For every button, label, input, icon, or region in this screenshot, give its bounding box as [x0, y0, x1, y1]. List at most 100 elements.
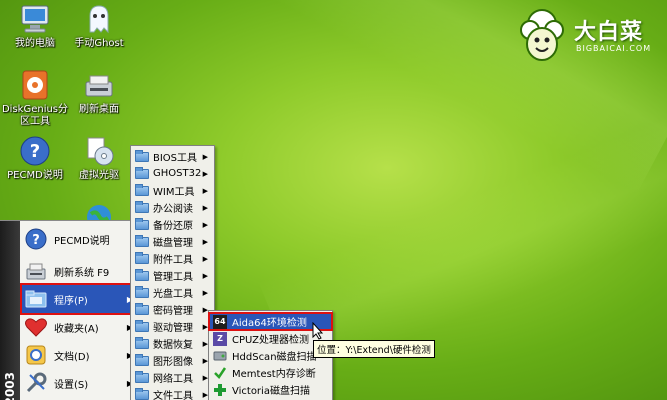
chevron-right-icon: ▶	[202, 220, 208, 229]
start-item-label: 文档(D)	[54, 351, 90, 363]
menu-item-label: Memtest内存诊断	[232, 369, 316, 380]
desktop-icon-refresh-desktop[interactable]: 刷新桌面	[64, 68, 134, 116]
desktop-icon-my-computer[interactable]: 我的电脑	[0, 2, 70, 50]
menu-item-memtest[interactable]: Memtest内存诊断	[209, 364, 332, 381]
start-item-label: 程序(P)	[54, 295, 88, 307]
programs-item-label: 驱动管理	[153, 323, 193, 334]
programs-item-label: 光盘工具	[153, 289, 193, 300]
folder-icon	[135, 183, 149, 196]
svg-text:?: ?	[32, 233, 40, 248]
desktop-icon-label: DiskGenius分 区工具	[1, 104, 69, 127]
cpuz-icon: Z	[213, 331, 227, 346]
programs-item-label: WIM工具	[153, 187, 195, 198]
documents-icon	[24, 343, 48, 367]
programs-item-drivers[interactable]: 驱动管理 ▶	[131, 318, 214, 335]
logo-title: 大白菜	[574, 20, 644, 45]
programs-item[interactable]: 光盘工具 ▶	[131, 284, 214, 301]
desktop-icon-pecmd-help[interactable]: ? PECMD说明	[0, 134, 70, 182]
start-item-settings[interactable]: 设置(S) ▶	[20, 367, 139, 399]
start-item-label: 设置(S)	[54, 379, 89, 391]
programs-item-label: 密码管理	[153, 306, 193, 317]
heart-icon	[24, 315, 48, 339]
settings-icon	[24, 371, 48, 395]
desktop-icon-label: 刷新桌面	[79, 104, 119, 115]
desktop-icon-virtual-drive[interactable]: 虚拟光驱	[64, 134, 134, 182]
programs-item-label: 磁盘管理	[153, 238, 193, 249]
start-item-label: PECMD说明	[54, 235, 110, 247]
menu-item-label: CPUZ处理器检测	[232, 335, 310, 346]
chevron-right-icon: ▶	[202, 169, 208, 178]
folder-icon	[135, 285, 149, 298]
programs-item[interactable]: 管理工具 ▶	[131, 267, 214, 284]
bigbaicai-logo: 大白菜 BIGBAICAI.COM	[512, 6, 662, 66]
chevron-right-icon: ▶	[202, 254, 208, 263]
cabbage-mascot-icon	[520, 9, 564, 61]
help-icon: ?	[18, 134, 52, 168]
folder-icon	[135, 336, 149, 349]
start-item-label: 刷新系统 F9	[54, 267, 110, 279]
desktop-icon-manual-ghost[interactable]: 手动Ghost	[64, 2, 134, 50]
logo-subtitle: BIGBAICAI.COM	[576, 44, 652, 53]
start-item-pecmd-help[interactable]: ? PECMD说明	[20, 223, 139, 255]
ghost-icon	[82, 2, 116, 36]
programs-item[interactable]: 备份还原 ▶	[131, 216, 214, 233]
aida64-icon: 64	[213, 314, 227, 329]
programs-item[interactable]: 网络工具 ▶	[131, 369, 214, 386]
programs-item-label: 文件工具	[153, 391, 193, 400]
desktop-icon-label: 虚拟光驱	[79, 170, 119, 181]
menu-item-label: Aida64环境检测	[232, 318, 307, 329]
refresh-icon	[24, 259, 48, 283]
programs-item[interactable]: 图形图像 ▶	[131, 352, 214, 369]
start-menu-side-label: 2003	[3, 371, 17, 400]
programs-item[interactable]: 文件工具 ▶	[131, 386, 214, 400]
programs-item[interactable]: GHOST32 ▶	[131, 165, 214, 182]
folder-icon	[135, 149, 149, 162]
programs-folder-icon	[24, 287, 48, 311]
programs-item-label: 管理工具	[153, 272, 193, 283]
mouse-cursor-icon	[312, 322, 324, 340]
location-tooltip: 位置：Y:\Extend\硬件检测	[313, 340, 435, 358]
memtest-icon	[213, 366, 227, 380]
chevron-right-icon: ▶	[202, 237, 208, 246]
programs-item[interactable]: BIOS工具 ▶	[131, 148, 214, 165]
chevron-right-icon: ▶	[202, 203, 208, 212]
menu-item-victoria[interactable]: Victoria磁盘扫描	[209, 381, 332, 398]
svg-text:?: ?	[30, 141, 40, 162]
programs-item-label: 图形图像	[153, 357, 193, 368]
programs-item-label: 网络工具	[153, 374, 193, 385]
menu-item-label: Victoria磁盘扫描	[232, 386, 310, 397]
help-icon: ?	[24, 227, 48, 251]
folder-icon	[135, 166, 149, 179]
programs-item-label: BIOS工具	[153, 153, 198, 164]
programs-item[interactable]: WIM工具 ▶	[131, 182, 214, 199]
folder-icon	[135, 353, 149, 366]
chevron-right-icon: ▶	[202, 288, 208, 297]
programs-item[interactable]: 附件工具 ▶	[131, 250, 214, 267]
folder-icon	[135, 200, 149, 213]
programs-item[interactable]: 密码管理 ▶	[131, 301, 214, 318]
programs-item[interactable]: 磁盘管理 ▶	[131, 233, 214, 250]
programs-item[interactable]: 数据恢复 ▶	[131, 335, 214, 352]
desktop-icon-label: 我的电脑	[15, 38, 55, 49]
chevron-right-icon: ▶	[202, 271, 208, 280]
programs-item[interactable]: 办公阅读 ▶	[131, 199, 214, 216]
diskgenius-icon	[18, 68, 52, 102]
start-menu-sidebar: 2003	[0, 221, 20, 400]
start-menu: 2003 ? PECMD说明 刷新系统 F9 程序(P) ▶ 收藏夹(A) ▶ …	[0, 220, 140, 400]
programs-item-label: GHOST32	[153, 168, 202, 179]
desktop-icon-label: 手动Ghost	[74, 38, 124, 49]
folder-icon	[135, 302, 149, 315]
start-item-label: 收藏夹(A)	[54, 323, 99, 335]
folder-icon	[135, 234, 149, 247]
programs-item-label: 办公阅读	[153, 204, 193, 215]
folder-icon	[135, 319, 149, 332]
folder-icon	[135, 251, 149, 264]
folder-icon	[135, 370, 149, 383]
victoria-icon	[213, 383, 227, 397]
desktop-icon-label: PECMD说明	[7, 170, 63, 181]
hddscan-icon	[213, 349, 227, 363]
programs-submenu: BIOS工具 ▶ GHOST32 ▶ WIM工具 ▶ 办公阅读 ▶ 备份还原 ▶ 磁盘管理…	[130, 145, 215, 400]
virtual-drive-icon	[82, 134, 116, 168]
desktop-icon-diskgenius[interactable]: DiskGenius分 区工具	[0, 68, 70, 128]
chevron-right-icon: ▶	[202, 152, 208, 161]
